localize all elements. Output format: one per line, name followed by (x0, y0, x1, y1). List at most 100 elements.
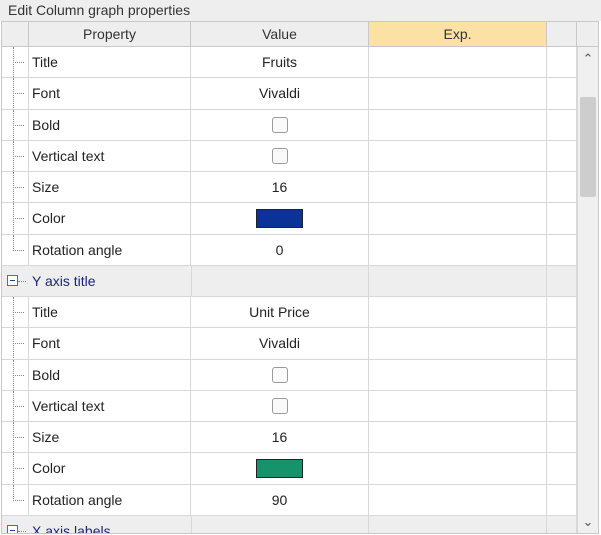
color-swatch[interactable] (256, 458, 303, 478)
property-row[interactable]: Vertical text (2, 390, 577, 422)
tree-connector (2, 422, 29, 453)
color-swatch[interactable] (256, 208, 303, 228)
property-label: Size (29, 172, 191, 203)
property-row[interactable]: Color (2, 453, 577, 485)
color-cell[interactable] (191, 203, 369, 234)
header-property[interactable]: Property (29, 22, 191, 46)
value-cell[interactable]: Unit Price (191, 297, 369, 328)
exp-cell[interactable] (369, 515, 547, 533)
exp-cell[interactable] (369, 297, 547, 328)
value-cell[interactable]: Vivaldi (191, 328, 369, 359)
tree-branch (13, 187, 24, 188)
row-spacer (547, 328, 577, 359)
checkbox[interactable] (271, 116, 288, 133)
exp-cell[interactable] (369, 234, 547, 265)
value-cell[interactable]: 0 (191, 234, 369, 265)
property-row[interactable]: Size 16 (2, 422, 577, 454)
property-label: Size (29, 422, 191, 453)
value-cell[interactable]: Fruits (191, 47, 369, 78)
property-label: Title (29, 297, 191, 328)
row-spacer (547, 47, 577, 78)
color-cell[interactable] (191, 453, 369, 484)
checkbox[interactable] (271, 366, 288, 383)
checkbox-cell[interactable] (191, 390, 369, 421)
exp-cell[interactable] (191, 265, 369, 296)
section-row[interactable]: Y axis title (2, 265, 577, 297)
property-row[interactable]: Title Unit Price (2, 297, 577, 329)
property-row[interactable]: Rotation angle 0 (2, 234, 577, 266)
row-spacer (547, 453, 577, 484)
exp-cell[interactable] (191, 515, 369, 533)
exp-cell[interactable] (369, 47, 547, 78)
header-exp[interactable]: Exp. (369, 22, 547, 46)
tree-branch (13, 343, 24, 345)
value-cell[interactable]: 16 (191, 422, 369, 453)
tree-connector (2, 297, 29, 328)
row-spacer (547, 515, 577, 533)
tree-branch (13, 62, 24, 63)
exp-cell[interactable] (369, 203, 547, 234)
checkbox-cell[interactable] (191, 140, 369, 171)
tree-branch (13, 124, 24, 126)
exp-cell[interactable] (369, 109, 547, 140)
checkbox[interactable] (271, 398, 288, 415)
value-cell[interactable]: 90 (191, 484, 369, 515)
row-spacer (547, 390, 577, 421)
scroll-thumb[interactable] (580, 97, 596, 197)
exp-cell[interactable] (369, 265, 547, 296)
row-spacer (547, 265, 577, 296)
section-label: X axis labels (32, 522, 111, 534)
property-rows: Title Fruits Font Vivaldi Bold Vertical text S… (2, 47, 577, 534)
checkbox-cell[interactable] (191, 359, 369, 390)
property-row[interactable]: Title Fruits (2, 47, 577, 79)
vertical-scrollbar[interactable]: ⌃ ⌄ (577, 47, 598, 533)
tree-branch (13, 468, 24, 470)
row-spacer (547, 297, 577, 328)
chevron-down-icon[interactable]: ⌄ (578, 510, 598, 533)
value-cell[interactable]: 16 (191, 172, 369, 203)
tree-connector (2, 390, 29, 421)
collapse-box-icon[interactable] (7, 524, 18, 533)
exp-cell[interactable] (369, 484, 547, 515)
exp-cell[interactable] (369, 359, 547, 390)
row-spacer (547, 109, 577, 140)
exp-cell[interactable] (369, 140, 547, 171)
tree-connector (2, 172, 29, 203)
header-tree-spacer (2, 22, 29, 46)
tree-branch (13, 312, 24, 313)
tree-branch (13, 374, 24, 376)
row-spacer (547, 172, 577, 203)
property-row[interactable]: Bold (2, 359, 577, 391)
tree-connector (2, 359, 29, 390)
tree-branch (13, 218, 24, 220)
exp-cell[interactable] (369, 453, 547, 484)
exp-cell[interactable] (369, 328, 547, 359)
collapse-box-icon[interactable] (7, 274, 18, 286)
exp-cell[interactable] (369, 390, 547, 421)
tree-connector (2, 234, 29, 265)
header-value[interactable]: Value (191, 22, 369, 46)
tree-connector (2, 109, 29, 140)
value-cell[interactable]: Vivaldi (191, 78, 369, 109)
property-row[interactable]: Font Vivaldi (2, 78, 577, 110)
property-row[interactable]: Color (2, 203, 577, 235)
tree-branch (13, 249, 24, 251)
row-spacer (547, 234, 577, 265)
tree-line (13, 484, 14, 501)
tree-branch (13, 405, 24, 407)
tree-connector (2, 47, 29, 78)
chevron-up-icon[interactable]: ⌃ (578, 47, 598, 70)
exp-cell[interactable] (369, 78, 547, 109)
property-row[interactable]: Vertical text (2, 140, 577, 172)
property-row[interactable]: Size 16 (2, 172, 577, 204)
exp-cell[interactable] (369, 172, 547, 203)
tree-branch (13, 437, 24, 438)
tree-connector (2, 484, 29, 515)
property-row[interactable]: Font Vivaldi (2, 328, 577, 360)
checkbox-cell[interactable] (191, 109, 369, 140)
property-row[interactable]: Bold (2, 109, 577, 141)
exp-cell[interactable] (369, 422, 547, 453)
property-row[interactable]: Rotation angle 90 (2, 484, 577, 516)
checkbox[interactable] (271, 148, 288, 165)
section-row[interactable]: X axis labels (2, 515, 577, 534)
